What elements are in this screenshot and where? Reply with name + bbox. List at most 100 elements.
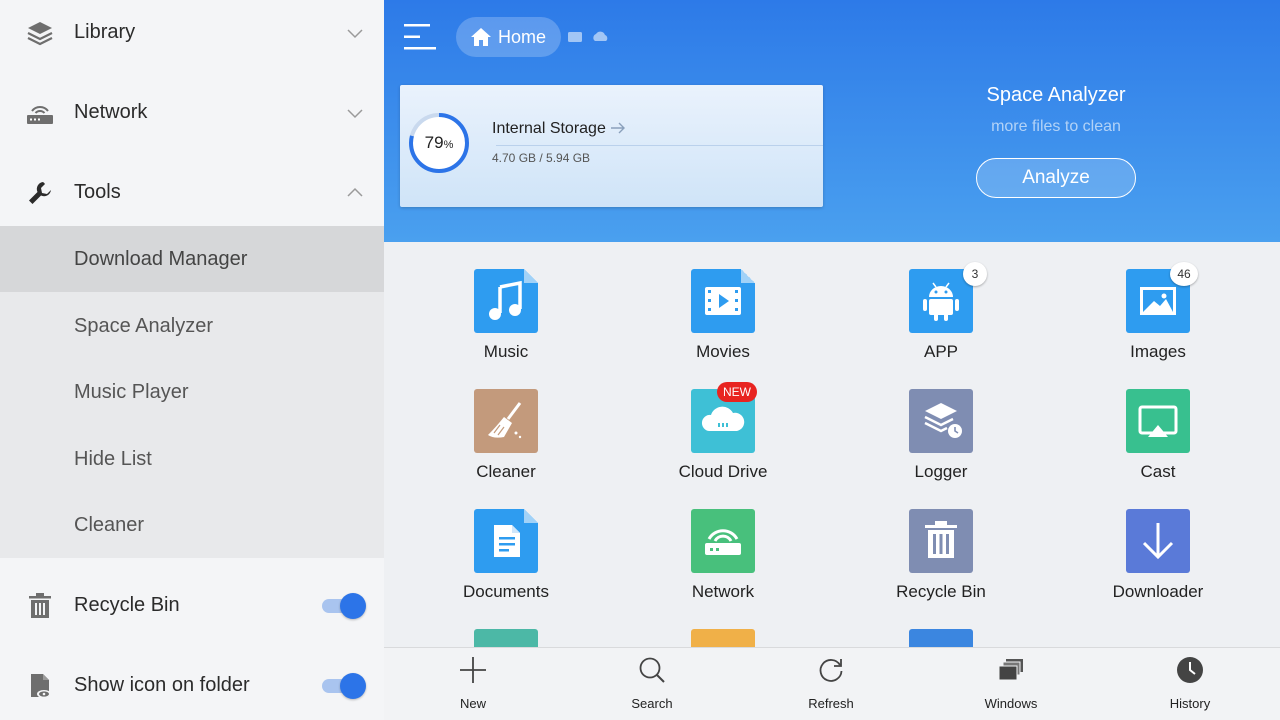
toolbar-label: New — [459, 696, 486, 711]
windows-button[interactable]: Windows — [951, 648, 1071, 720]
chevron-down-icon[interactable] — [346, 104, 364, 122]
broom-icon — [474, 389, 538, 453]
sidebar-item-recycle-bin[interactable]: Recycle Bin — [0, 573, 384, 639]
music-icon — [474, 269, 538, 333]
sidebar-subitem-music-player[interactable]: Music Player — [0, 359, 384, 425]
sidebar-item-tools[interactable]: Tools — [0, 160, 384, 226]
movie-icon — [691, 269, 755, 333]
sidebar-subitem-label: Hide List — [74, 447, 152, 470]
toolbar-label: History — [1169, 696, 1211, 711]
search-button[interactable]: Search — [592, 648, 712, 720]
tile-label: Network — [691, 582, 755, 601]
card-divider — [496, 145, 823, 146]
tile-partial-3[interactable] — [871, 602, 1011, 647]
tile-network[interactable]: Network — [653, 482, 793, 601]
toolbar-label: Search — [631, 696, 673, 711]
sidebar: Library Network Tools Download Manager S… — [0, 0, 384, 720]
sidebar-item-label: Tools — [74, 181, 121, 203]
search-icon — [639, 657, 665, 683]
home-breadcrumb[interactable]: Home — [456, 17, 561, 57]
tile-partial-2[interactable] — [653, 602, 793, 647]
tile-label: Cleaner — [476, 462, 536, 481]
toggle-knob — [340, 673, 366, 699]
trash-icon — [909, 509, 973, 573]
tile-app[interactable]: 3 APP — [871, 242, 1011, 361]
tile-images[interactable]: 46 Images — [1088, 242, 1228, 361]
tile-movies[interactable]: Movies — [653, 242, 793, 361]
tile-label: Movies — [696, 342, 750, 361]
cast-icon — [1126, 389, 1190, 453]
toolbar-label: Refresh — [808, 696, 854, 711]
tile-label: Logger — [914, 462, 968, 481]
sidebar-subitem-label: Music Player — [74, 380, 189, 403]
bottom-toolbar: New Search Refresh Windows History — [384, 647, 1280, 720]
layers-icon — [24, 17, 56, 49]
tile-label: Music — [483, 342, 529, 361]
sidebar-item-network[interactable]: Network — [0, 80, 384, 146]
tile-cast[interactable]: Cast — [1088, 362, 1228, 481]
sidebar-subitem-download-manager[interactable]: Download Manager — [0, 226, 384, 292]
tile-label: Cloud Drive — [678, 462, 768, 481]
sidebar-item-library[interactable]: Library — [0, 0, 384, 66]
wrench-icon — [24, 177, 56, 209]
category-grid: Music Movies 3 APP 46 Images Cleaner NEW… — [384, 242, 1280, 647]
refresh-icon — [819, 659, 843, 682]
tile-label: Images — [1130, 342, 1186, 361]
sidebar-subitem-label: Cleaner — [74, 513, 145, 536]
sidebar-subitem-label: Space Analyzer — [74, 314, 213, 337]
zip-icon — [909, 629, 973, 647]
chevron-up-icon[interactable] — [346, 184, 364, 202]
header-banner: Home 79% Internal Storage 4.70 GB / 5.94… — [384, 0, 1280, 242]
tile-documents[interactable]: Documents — [436, 482, 576, 601]
router-icon — [691, 509, 755, 573]
toggle-knob — [340, 593, 366, 619]
sidebar-item-show-icon-on-folder[interactable]: Show icon on folder — [0, 653, 384, 719]
internal-storage-card[interactable]: 79% Internal Storage 4.70 GB / 5.94 GB — [400, 85, 823, 207]
document-icon — [474, 509, 538, 573]
windows-icon — [998, 659, 1023, 681]
trash-icon — [24, 590, 56, 622]
home-icon — [471, 28, 491, 46]
history-button[interactable]: History — [1130, 648, 1250, 720]
clock-icon — [1177, 657, 1203, 683]
tile-cleaner[interactable]: Cleaner — [436, 362, 576, 481]
app-count-badge: 3 — [963, 262, 987, 286]
tile-label: Recycle Bin — [896, 582, 986, 601]
app-tile-icon — [691, 629, 755, 647]
tile-label: Documents — [463, 582, 549, 601]
storage-size: 4.70 GB / 5.94 GB — [492, 151, 591, 165]
show-icon-toggle[interactable] — [320, 672, 366, 700]
app-tile-icon — [474, 629, 538, 647]
tile-downloader[interactable]: Downloader — [1088, 482, 1228, 601]
tile-recycle-bin[interactable]: Recycle Bin — [871, 482, 1011, 601]
file-eye-icon — [24, 670, 56, 702]
sidebar-subitem-hide-list[interactable]: Hide List — [0, 426, 384, 492]
tile-label: Downloader — [1112, 582, 1204, 601]
tile-music[interactable]: Music — [436, 242, 576, 361]
breadcrumb-extra-icons[interactable] — [567, 29, 611, 45]
recycle-bin-toggle[interactable] — [320, 592, 366, 620]
tile-label: Cast — [1140, 462, 1176, 481]
hamburger-menu-icon[interactable] — [402, 20, 438, 54]
sidebar-item-label: Show icon on folder — [74, 674, 250, 696]
sidebar-subitem-cleaner[interactable]: Cleaner — [0, 492, 384, 558]
plus-icon — [460, 657, 486, 683]
main-panel: Home 79% Internal Storage 4.70 GB / 5.94… — [384, 0, 1280, 720]
new-button[interactable]: New — [413, 648, 533, 720]
refresh-button[interactable]: Refresh — [771, 648, 891, 720]
tile-partial-1[interactable] — [436, 602, 576, 647]
arrow-right-icon — [611, 122, 625, 134]
chevron-down-icon[interactable] — [346, 24, 364, 42]
new-badge: NEW — [717, 382, 757, 402]
tools-submenu: Download Manager Space Analyzer Music Pl… — [0, 226, 384, 558]
sidebar-item-label: Recycle Bin — [74, 594, 180, 616]
sidebar-subitem-label: Download Manager — [74, 247, 248, 270]
images-count-badge: 46 — [1170, 262, 1198, 286]
tile-cloud-drive[interactable]: NEW Cloud Drive — [653, 362, 793, 481]
space-analyzer-subtitle: more files to clean — [991, 118, 1121, 135]
tile-logger[interactable]: Logger — [871, 362, 1011, 481]
sidebar-item-label: Network — [74, 101, 148, 123]
router-icon — [24, 97, 56, 129]
sidebar-subitem-space-analyzer[interactable]: Space Analyzer — [0, 293, 384, 359]
analyze-button[interactable]: Analyze — [976, 158, 1136, 198]
